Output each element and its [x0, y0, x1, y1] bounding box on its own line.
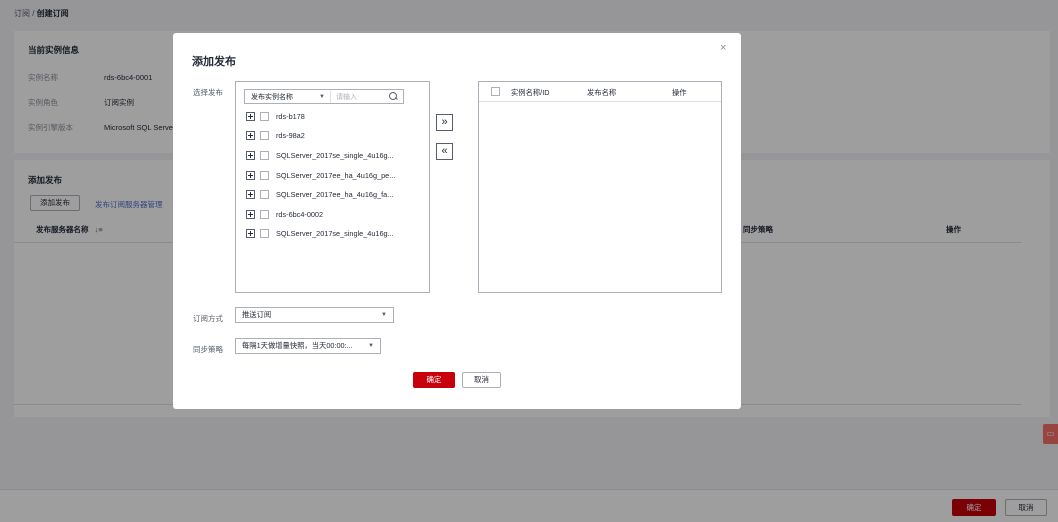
move-right-button[interactable]: » — [436, 114, 453, 131]
expand-plus-icon[interactable] — [246, 171, 255, 180]
chevron-down-icon: ▼ — [368, 343, 374, 349]
tree-item-checkbox[interactable] — [260, 131, 269, 140]
source-tree-panel: 发布实例名称 ▼ 请输入 rds-b178 rds-98a2 SQLServer… — [235, 81, 430, 293]
tree-item-label: SQLServer_2017se_single_4u16g... — [276, 151, 394, 160]
tree-item-checkbox[interactable] — [260, 229, 269, 238]
tree-item[interactable]: SQLServer_2017se_single_4u16g... — [246, 150, 394, 161]
tree-item-label: SQLServer_2017ee_ha_4u16g_pe... — [276, 171, 396, 180]
instance-column-header: 实例名称/ID — [511, 88, 550, 97]
caret-down-icon: ▼ — [319, 93, 325, 100]
tree-item[interactable]: SQLServer_2017ee_ha_4u16g_fa... — [246, 189, 393, 200]
sync-strategy-select[interactable]: 每隔1天做增量快照，当天00:00:... ▼ — [235, 338, 381, 354]
tree-item[interactable]: rds-6bc4-0002 — [246, 209, 323, 220]
filter-field-select[interactable]: 发布实例名称 ▼ — [245, 90, 331, 103]
tree-item-label: rds-b178 — [276, 112, 305, 121]
subscribe-mode-label: 订阅方式 — [193, 314, 223, 323]
tree-item-checkbox[interactable] — [260, 210, 269, 219]
subscribe-mode-value: 推送订阅 — [242, 310, 272, 319]
publish-name-column-header: 发布名称 — [587, 88, 617, 97]
dialog-cancel-button[interactable]: 取消 — [462, 372, 501, 388]
selected-table-header: 实例名称/ID 发布名称 操作 — [479, 82, 721, 102]
tree-item[interactable]: SQLServer_2017ee_ha_4u16g_pe... — [246, 170, 395, 181]
selected-publish-panel: 实例名称/ID 发布名称 操作 — [478, 81, 722, 293]
tree-item-checkbox[interactable] — [260, 112, 269, 121]
expand-plus-icon[interactable] — [246, 131, 255, 140]
tree-item-checkbox[interactable] — [260, 151, 269, 160]
expand-plus-icon[interactable] — [246, 210, 255, 219]
tree-item-checkbox[interactable] — [260, 190, 269, 199]
dialog-title: 添加发布 — [192, 56, 236, 68]
tree-item-checkbox[interactable] — [260, 171, 269, 180]
expand-plus-icon[interactable] — [246, 151, 255, 160]
sync-strategy-value: 每隔1天做增量快照，当天00:00:... — [242, 341, 353, 350]
tree-item[interactable]: rds-98a2 — [246, 130, 305, 141]
tree-item-label: SQLServer_2017ee_ha_4u16g_fa... — [276, 190, 394, 199]
tree-item-label: SQLServer_2017se_single_4u16g... — [276, 229, 394, 238]
filter-field-value: 发布实例名称 — [251, 93, 293, 101]
search-icon[interactable] — [386, 90, 400, 104]
subscribe-mode-select[interactable]: 推送订阅 ▼ — [235, 307, 394, 323]
expand-plus-icon[interactable] — [246, 190, 255, 199]
expand-plus-icon[interactable] — [246, 112, 255, 121]
move-left-button[interactable]: « — [436, 143, 453, 160]
filter-search-input[interactable]: 请输入 — [331, 92, 386, 102]
sync-strategy-label: 同步策略 — [193, 345, 223, 354]
filter-bar: 发布实例名称 ▼ 请输入 — [244, 89, 404, 104]
tree-item-label: rds-6bc4-0002 — [276, 210, 324, 219]
tree-item-label: rds-98a2 — [276, 131, 305, 140]
tree-item[interactable]: rds-b178 — [246, 111, 305, 122]
action-column-header: 操作 — [672, 88, 687, 97]
select-all-checkbox[interactable] — [491, 87, 500, 96]
close-icon[interactable]: × — [720, 42, 726, 54]
expand-plus-icon[interactable] — [246, 229, 255, 238]
select-publish-label: 选择发布 — [193, 88, 223, 97]
add-publish-dialog: 添加发布 × 选择发布 发布实例名称 ▼ 请输入 rds-b178 rds-98… — [173, 33, 741, 409]
tree-item[interactable]: SQLServer_2017se_single_4u16g... — [246, 228, 394, 239]
dialog-ok-button[interactable]: 确定 — [413, 372, 455, 388]
chevron-down-icon: ▼ — [381, 312, 387, 318]
